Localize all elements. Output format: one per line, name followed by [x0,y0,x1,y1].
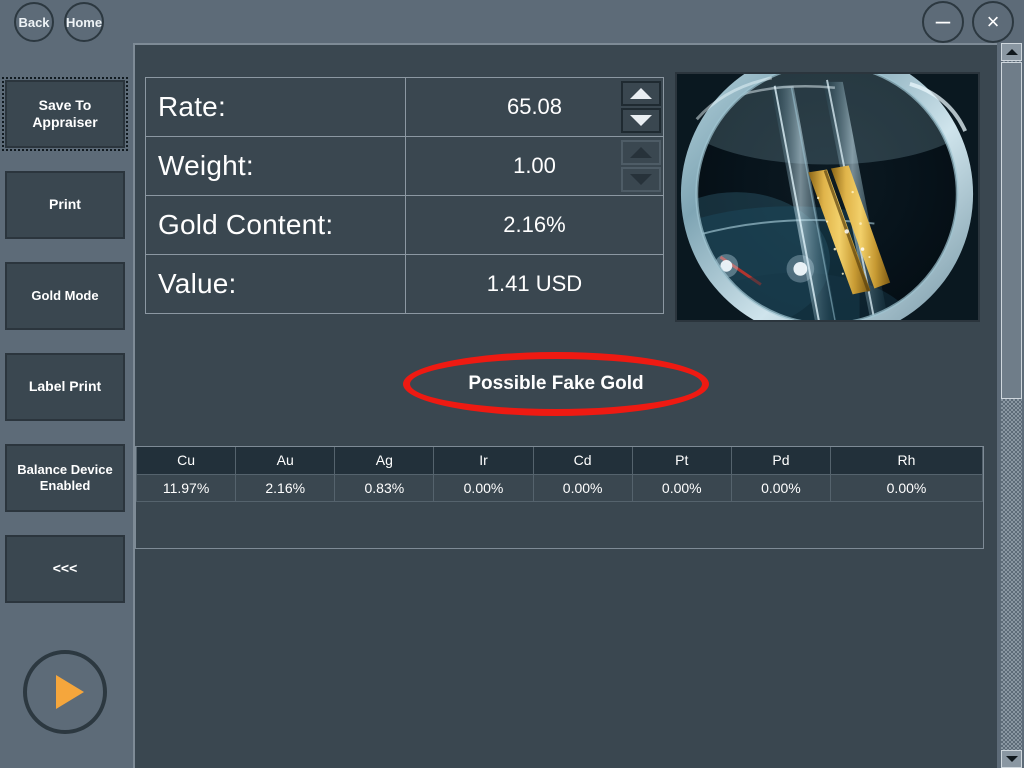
column-header-pd: Pd [730,447,832,475]
sidebar-button-label-print[interactable]: Label Print [5,353,125,421]
home-button[interactable]: Home [64,2,104,42]
sidebar-button-label: Save To Appraiser [32,96,98,130]
column-header-cu: Cu [135,447,237,475]
chevron-up-icon [630,88,652,99]
scrollbar-down-button[interactable] [1001,750,1022,768]
column-header-ir: Ir [433,447,534,475]
gold-content-value: 2.16% [405,195,664,255]
rate-spinner-down-button[interactable] [621,108,661,133]
table-header-row: Cu Au Ag Ir Cd Pt Pd Rh [135,447,983,475]
chevron-down-icon [1005,756,1018,762]
sidebar-button-balance-device-enabled[interactable]: Balance Device Enabled [5,444,125,512]
column-header-au: Au [235,447,336,475]
chevron-up-icon [630,147,652,158]
sidebar-button-save-to-appraiser[interactable]: Save To Appraiser [2,77,128,151]
summary-row-gold-content: Gold Content: 2.16% [145,195,664,255]
sidebar-button-label: Print [49,196,81,213]
cell-cd: 0.00% [532,473,633,502]
weight-spinner-down-button[interactable] [621,167,661,192]
sidebar-button-label: Balance Device Enabled [17,462,113,493]
play-icon [55,675,84,709]
cell-pt: 0.00% [631,473,732,502]
element-composition-table: Cu Au Ag Ir Cd Pt Pd Rh 11.97% 2.16% 0.8 [135,447,983,502]
value-amount: 1.41 USD [405,254,664,314]
gold-content-label: Gold Content: [145,195,406,255]
weight-value-cell[interactable]: 1.00 [405,136,664,196]
value-label: Value: [145,254,406,314]
home-button-label: Home [65,14,103,30]
element-composition-panel: Cu Au Ag Ir Cd Pt Pd Rh 11.97% 2.16% 0.8 [135,446,984,549]
column-header-rh: Rh [830,447,983,475]
cell-au: 2.16% [235,473,336,502]
fake-gold-alert: Possible Fake Gold [403,352,709,416]
cell-cu: 11.97% [135,473,237,502]
back-button[interactable]: Back [14,2,54,42]
sidebar-button-label: <<< [52,560,78,577]
main-panel: Rate: 65.08 Weight: 1.00 Gold Content: 2… [133,43,997,768]
table-row[interactable]: 11.97% 2.16% 0.83% 0.00% 0.00% 0.00% 0.0… [135,473,983,502]
weight-spinner[interactable] [621,140,661,192]
minimize-button[interactable]: – [922,1,964,43]
chevron-down-icon [630,115,652,126]
column-header-pt: Pt [631,447,732,475]
close-button[interactable]: × [972,1,1014,43]
chevron-down-icon [630,174,652,185]
summary-row-weight: Weight: 1.00 [145,136,664,196]
weight-value: 1.00 [513,153,556,178]
column-header-cd: Cd [532,447,633,475]
minimize-icon: – [935,5,951,35]
cell-ag: 0.83% [334,473,435,502]
chevron-up-icon [1005,49,1018,55]
rate-spinner[interactable] [621,81,661,133]
summary-row-rate: Rate: 65.08 [145,77,664,137]
cell-ir: 0.00% [433,473,534,502]
play-button[interactable] [23,650,107,734]
camera-image [677,74,978,320]
app-root: Back Home – × Save To Appraiser Print Go… [0,0,1024,768]
vertical-scrollbar[interactable] [999,43,1024,768]
column-header-ag: Ag [334,447,435,475]
scrollbar-up-button[interactable] [1001,43,1022,61]
close-icon: × [986,9,1000,34]
summary-row-value: Value: 1.41 USD [145,254,664,314]
sidebar-button-collapse[interactable]: <<< [5,535,125,603]
sidebar-button-gold-mode[interactable]: Gold Mode [5,262,125,330]
sidebar-button-label: Label Print [28,378,102,395]
rate-label: Rate: [145,77,406,137]
alert-text: Possible Fake Gold [468,373,644,394]
rate-value: 65.08 [506,94,563,119]
sample-camera-view [675,72,980,322]
weight-spinner-up-button[interactable] [621,140,661,165]
cell-pd: 0.00% [730,473,832,502]
measurement-summary-table: Rate: 65.08 Weight: 1.00 Gold Content: 2… [145,77,664,314]
rate-value-cell[interactable]: 65.08 [405,77,664,137]
sidebar-button-print[interactable]: Print [5,171,125,239]
cell-rh: 0.00% [830,473,983,502]
rate-spinner-up-button[interactable] [621,81,661,106]
scrollbar-thumb[interactable] [1001,62,1022,399]
sidebar-button-label: Gold Mode [31,288,99,304]
back-button-label: Back [18,14,50,30]
weight-label: Weight: [145,136,406,196]
